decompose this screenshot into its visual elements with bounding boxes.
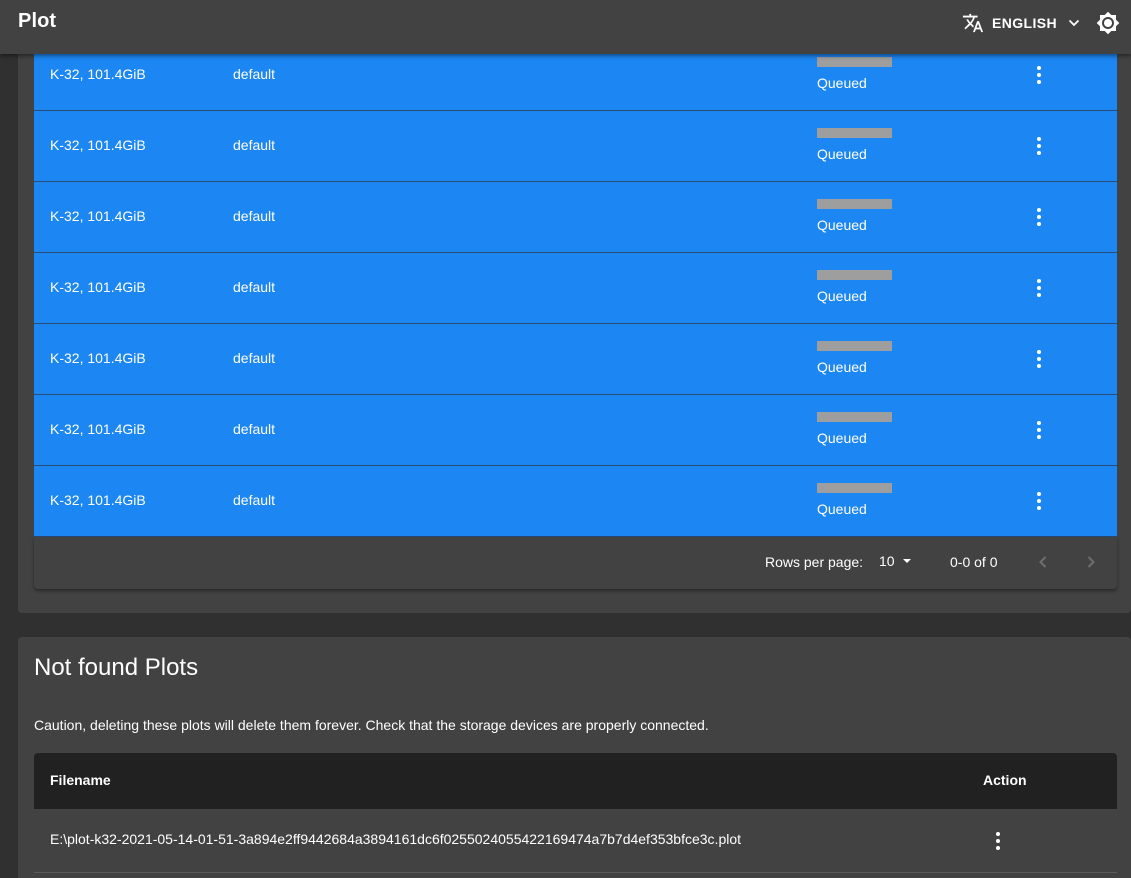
table-header: Filename Action — [34, 753, 1117, 809]
plot-state: Queued — [817, 146, 867, 162]
brightness-icon — [1096, 11, 1120, 35]
caution-text: Caution, deleting these plots will delet… — [34, 717, 709, 733]
chevron-right-icon — [1087, 556, 1095, 568]
table-row: K-32, 101.4GiB default Queued — [34, 324, 1117, 395]
app-root: K-32, 101.4GiB default Queued K-32, 101.4Gi… — [0, 0, 1131, 878]
page-background — [0, 54, 18, 878]
plot-progress-bar — [817, 483, 892, 493]
more-vert-icon — [996, 832, 1000, 850]
plot-progress-bar — [817, 57, 892, 67]
plot-state: Queued — [817, 75, 867, 91]
more-vert-icon — [1037, 421, 1041, 439]
plot-progress-bar — [817, 270, 892, 280]
plot-queue: default — [233, 492, 276, 508]
pagination-range: 0-0 of 0 — [950, 554, 998, 570]
plot-state: Queued — [817, 217, 867, 233]
row-actions-button[interactable] — [1029, 347, 1049, 371]
row-actions-button[interactable] — [1029, 489, 1049, 513]
plot-state: Queued — [817, 501, 867, 517]
filename-column-header: Filename — [50, 772, 111, 788]
table-row: K-32, 101.4GiB default Queued — [34, 395, 1117, 466]
app-bar: Plot ENGLISH — [0, 0, 1131, 54]
chevron-down-icon — [1068, 19, 1080, 27]
plot-size: K-32, 101.4GiB — [50, 492, 146, 508]
plot-state: Queued — [817, 430, 867, 446]
table-row: K-32, 101.4GiB default Queued — [34, 253, 1117, 324]
row-actions-button[interactable] — [1029, 63, 1049, 87]
rows-per-page-value: 10 — [879, 553, 895, 569]
plots-table: K-32, 101.4GiB default Queued K-32, 101.4Gi… — [34, 40, 1117, 537]
language-label: ENGLISH — [992, 15, 1058, 31]
language-selector-button[interactable]: ENGLISH — [962, 10, 1083, 36]
page-title: Plot — [18, 10, 57, 32]
row-actions-button[interactable] — [1029, 276, 1049, 300]
plot-progress-bar — [817, 199, 892, 209]
plot-size: K-32, 101.4GiB — [50, 208, 146, 224]
plot-queue: default — [233, 208, 276, 224]
table-row: K-32, 101.4GiB default Queued — [34, 182, 1117, 253]
row-actions-button[interactable] — [1029, 134, 1049, 158]
table-row: E:\plot-k32-2021-05-14-01-51-3a894e2ff94… — [34, 809, 1117, 873]
rows-per-page-select[interactable]: 10 — [879, 553, 913, 569]
plot-state: Queued — [817, 288, 867, 304]
plot-progress-bar — [817, 341, 892, 351]
theme-toggle-button[interactable] — [1096, 11, 1120, 35]
plot-size: K-32, 101.4GiB — [50, 137, 146, 153]
plot-size: K-32, 101.4GiB — [50, 350, 146, 366]
plot-queue: default — [233, 279, 276, 295]
plot-progress-bar — [817, 128, 892, 138]
plot-queue: default — [233, 421, 276, 437]
more-vert-icon — [1037, 279, 1041, 297]
chevron-left-icon — [1039, 556, 1047, 568]
not-found-plots-title: Not found Plots — [34, 654, 199, 681]
table-row: K-32, 101.4GiB default Queued — [34, 466, 1117, 537]
table-row: K-32, 101.4GiB default Queued — [34, 111, 1117, 182]
not-found-plots-table: Filename Action E:\plot-k32-2021-05-14-0… — [34, 753, 1117, 873]
translate-icon — [962, 13, 984, 33]
row-actions-button[interactable] — [1029, 418, 1049, 442]
plot-queue: default — [233, 66, 276, 82]
more-vert-icon — [1037, 137, 1041, 155]
next-page-button[interactable] — [1081, 552, 1101, 575]
previous-page-button[interactable] — [1033, 552, 1053, 575]
plot-filename: E:\plot-k32-2021-05-14-01-51-3a894e2ff94… — [50, 831, 742, 847]
action-column-header: Action — [983, 772, 1027, 788]
plot-queue: default — [233, 350, 276, 366]
row-actions-button[interactable] — [988, 829, 1008, 853]
plot-progress-bar — [817, 412, 892, 422]
caret-down-icon — [902, 559, 911, 563]
table-body: E:\plot-k32-2021-05-14-01-51-3a894e2ff94… — [34, 809, 1117, 873]
more-vert-icon — [1037, 208, 1041, 226]
plot-state: Queued — [817, 359, 867, 375]
rows-per-page-label: Rows per page: — [765, 554, 864, 570]
row-actions-button[interactable] — [1029, 205, 1049, 229]
plot-size: K-32, 101.4GiB — [50, 66, 146, 82]
more-vert-icon — [1037, 350, 1041, 368]
more-vert-icon — [1037, 492, 1041, 510]
table-pagination: Rows per page: 10 0-0 of 0 — [34, 537, 1117, 589]
plot-queue: default — [233, 137, 276, 153]
plot-size: K-32, 101.4GiB — [50, 421, 146, 437]
plot-size: K-32, 101.4GiB — [50, 279, 146, 295]
more-vert-icon — [1037, 66, 1041, 84]
